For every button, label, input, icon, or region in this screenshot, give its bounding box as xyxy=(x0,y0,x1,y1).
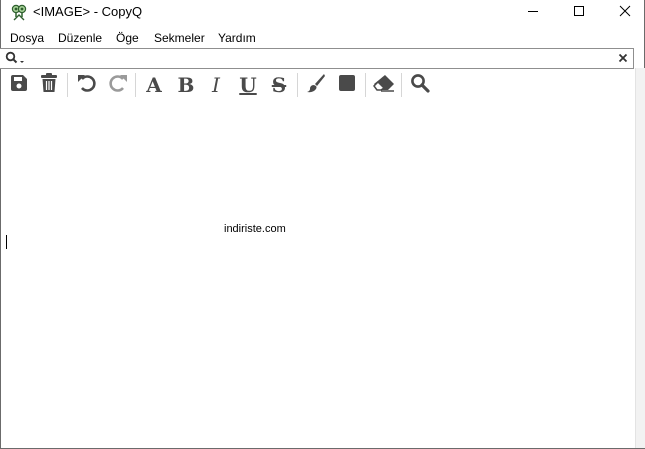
italic-button[interactable]: I xyxy=(204,73,228,97)
font-icon: A xyxy=(146,73,162,97)
toolbar-separator xyxy=(365,73,366,97)
search-icon[interactable] xyxy=(5,51,27,65)
font-button[interactable]: A xyxy=(142,73,166,97)
italic-icon: I xyxy=(212,73,220,97)
menu-oge[interactable]: Öge xyxy=(116,31,139,45)
close-icon xyxy=(619,4,631,22)
image-watermark-text: indiriste.com xyxy=(224,223,286,235)
maximize-button[interactable] xyxy=(556,0,602,25)
underline-icon: U xyxy=(239,73,257,97)
window-title: <IMAGE> - CopyQ xyxy=(33,4,143,19)
find-icon xyxy=(410,73,430,98)
copyq-window: <IMAGE> - CopyQ Dosya Düzenle Öge Sekmel… xyxy=(0,0,645,449)
toolbar-separator xyxy=(401,73,402,97)
menu-duzenle[interactable]: Düzenle xyxy=(58,31,102,45)
menu-sekmeler[interactable]: Sekmeler xyxy=(154,31,205,45)
fill-square-icon xyxy=(338,74,356,97)
underline-button[interactable]: U xyxy=(236,73,260,97)
bold-button[interactable]: B xyxy=(174,73,198,97)
menu-bar: Dosya Düzenle Öge Sekmeler Yardım xyxy=(1,28,644,48)
text-caret xyxy=(6,235,7,249)
save-button[interactable] xyxy=(7,73,31,97)
vertical-scrollbar[interactable] xyxy=(635,68,645,448)
close-button[interactable] xyxy=(602,0,645,25)
bold-icon: B xyxy=(177,73,195,97)
save-icon xyxy=(10,74,28,97)
background-color-button[interactable] xyxy=(335,73,359,97)
menu-yardim[interactable]: Yardım xyxy=(218,31,256,45)
foreground-color-button[interactable] xyxy=(304,73,328,97)
title-bar[interactable]: <IMAGE> - CopyQ xyxy=(1,0,644,25)
search-input[interactable] xyxy=(30,50,590,66)
erase-style-button[interactable] xyxy=(372,73,396,97)
eraser-icon xyxy=(373,74,395,97)
strikethrough-button[interactable]: S xyxy=(267,73,291,97)
find-button[interactable] xyxy=(408,73,432,97)
undo-button[interactable] xyxy=(75,73,99,97)
minimize-button[interactable] xyxy=(510,0,556,25)
toolbar-separator xyxy=(297,73,298,97)
redo-button[interactable] xyxy=(106,73,130,97)
clear-search-icon[interactable] xyxy=(617,51,629,65)
minimize-icon xyxy=(527,4,539,22)
menu-dosya[interactable]: Dosya xyxy=(10,31,44,45)
maximize-icon xyxy=(573,4,585,22)
search-bar xyxy=(0,48,634,69)
trash-icon xyxy=(40,72,58,98)
strikethrough-icon: S xyxy=(271,73,287,97)
toolbar-separator xyxy=(135,73,136,97)
paintbrush-icon xyxy=(306,73,326,98)
toolbar-separator xyxy=(67,73,68,97)
editor-toolbar: A B I U S xyxy=(1,71,634,99)
undo-icon xyxy=(77,73,97,98)
delete-button[interactable] xyxy=(37,72,61,98)
redo-icon xyxy=(108,73,128,98)
item-editor[interactable]: indiriste.com xyxy=(1,104,635,447)
copyq-app-icon xyxy=(11,3,27,21)
